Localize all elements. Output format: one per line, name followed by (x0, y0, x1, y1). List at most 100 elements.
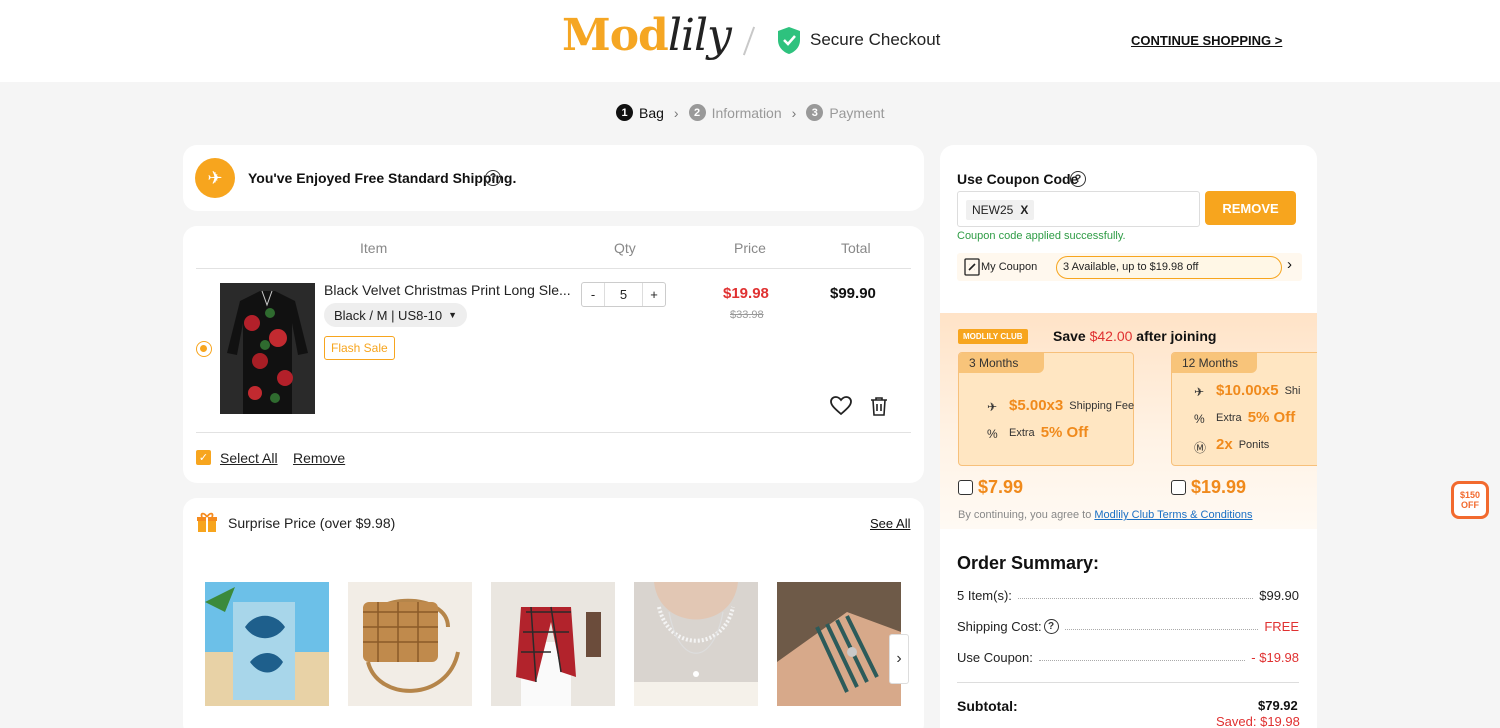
help-icon[interactable]: ? (485, 170, 501, 186)
column-header-price: Price (734, 240, 766, 256)
plan-benefit-shipping: ✈ $10.00x5 Shi (1194, 382, 1300, 399)
club-plan-12-months[interactable]: 12 Months ✈ $10.00x5 Shi % Extra 5% Off … (1171, 352, 1317, 466)
heart-icon[interactable] (830, 396, 852, 416)
column-header-total: Total (841, 240, 871, 256)
product-thumbnail[interactable] (777, 582, 901, 706)
chevron-right-icon: › (673, 104, 679, 121)
logo-part-1: Mod (562, 10, 669, 61)
free-shipping-text: You've Enjoyed Free Standard Shipping. (248, 170, 517, 186)
club-save-prefix: Save (1053, 328, 1090, 344)
product-thumbnail[interactable] (491, 582, 615, 706)
club-savings-text: Save $42.00 after joining (1053, 328, 1216, 344)
chevron-right-icon[interactable]: › (1287, 256, 1292, 273)
saved-amount: Saved: $19.98 (1216, 714, 1300, 728)
benefit-label: Ponits (1238, 438, 1270, 451)
product-thumbnail[interactable] (205, 582, 329, 706)
plan-benefit-discount: % Extra 5% Off (1194, 409, 1295, 426)
plan-name: 12 Months (1172, 353, 1257, 373)
select-all-link[interactable]: Select All (220, 450, 278, 466)
benefit-value: $5.00x3 (1009, 397, 1064, 414)
shield-check-icon (778, 27, 800, 54)
variant-selector[interactable]: Black / M | US8-10 ▼ (324, 303, 468, 327)
modlily-logo[interactable]: Modlily (562, 10, 732, 61)
summary-label: 5 Item(s): (957, 588, 1012, 603)
coupon-icon (964, 258, 980, 276)
coupon-code-label: Use Coupon Code (957, 171, 1079, 187)
terms-prefix: By continuing, you agree to (958, 509, 1095, 521)
summary-row-coupon: Use Coupon: - $19.98 (957, 650, 1299, 665)
free-shipping-banner: ✈ You've Enjoyed Free Standard Shipping. (183, 145, 924, 211)
coupon-success-message: Coupon code applied successfully. (957, 230, 1126, 242)
qty-input[interactable]: 5 (604, 283, 643, 306)
step-payment[interactable]: 3 Payment (806, 104, 885, 121)
plan-checkbox[interactable] (958, 480, 973, 495)
airplane-icon: ✈ (1194, 384, 1205, 399)
available-coupons-pill[interactable]: 3 Available, up to $19.98 off (1056, 256, 1282, 279)
benefit-value: 5% Off (1247, 409, 1296, 426)
qty-decrease-button[interactable]: - (582, 287, 604, 302)
trash-icon[interactable] (870, 396, 888, 416)
quantity-stepper: - 5 + (581, 282, 666, 307)
discount-ticket-icon: % (1194, 411, 1205, 426)
gift-icon (197, 512, 217, 532)
plan-price: $7.99 (978, 477, 1024, 497)
help-icon[interactable]: ? (1043, 619, 1059, 634)
chevron-right-icon: › (791, 104, 797, 121)
see-all-link[interactable]: See All (870, 516, 910, 531)
club-save-amount: $42.00 (1089, 328, 1133, 344)
item-select-radio[interactable] (196, 341, 212, 357)
airplane-icon: ✈ (195, 158, 235, 198)
remove-link[interactable]: Remove (293, 450, 345, 466)
secure-checkout-label: Secure Checkout (810, 30, 941, 49)
benefit-value: $10.00x5 (1216, 382, 1279, 399)
item-total: $99.90 (830, 285, 876, 302)
select-all-checkbox[interactable]: ✓ (196, 450, 211, 465)
club-terms-link[interactable]: Modlily Club Terms & Conditions (1094, 509, 1252, 521)
step-label: Information (711, 104, 782, 121)
summary-value: - $19.98 (1251, 650, 1299, 665)
plan-price-3-months: $7.99 (958, 477, 1023, 498)
qty-increase-button[interactable]: + (643, 287, 665, 302)
order-sidebar: Use Coupon Code ? NEW25 X REMOVE Coupon … (940, 145, 1317, 728)
discount-float-badge[interactable]: $150 OFF (1451, 481, 1489, 519)
product-title[interactable]: Black Velvet Christmas Print Long Sle... (324, 282, 571, 298)
step-bag[interactable]: 1 Bag (616, 104, 664, 121)
divider (196, 432, 911, 433)
applied-coupon-chip: NEW25 X (966, 200, 1035, 220)
product-thumbnail[interactable] (348, 582, 472, 706)
badge-label: OFF (1461, 500, 1479, 510)
product-thumbnail[interactable] (634, 582, 758, 706)
logo-part-2: lily (667, 10, 732, 61)
club-badge: MODLILY CLUB (958, 329, 1028, 344)
remove-coupon-button[interactable]: REMOVE (1205, 191, 1296, 225)
coupon-code-input[interactable]: NEW25 X (957, 191, 1200, 227)
plan-name: 3 Months (959, 353, 1044, 373)
club-plan-3-months[interactable]: 3 Months ✈ $5.00x3 Shipping Fee % Extra … (958, 352, 1134, 466)
benefit-label: Shi (1284, 384, 1301, 397)
plan-checkbox[interactable] (1171, 480, 1186, 495)
carousel-next-button[interactable]: › (889, 634, 909, 684)
header-divider (742, 26, 756, 56)
item-price: $19.98 (723, 285, 769, 302)
modlily-club-panel: MODLILY CLUB Save $42.00 after joining 3… (940, 313, 1317, 529)
step-number: 1 (616, 104, 633, 121)
product-image[interactable] (220, 283, 315, 414)
benefit-label: Shipping Fee (1069, 399, 1135, 412)
surprise-price-card: Surprise Price (over $9.98) See All › (183, 498, 924, 728)
summary-value: FREE (1264, 619, 1299, 634)
flash-sale-tag: Flash Sale (324, 336, 395, 360)
my-coupon-row[interactable]: My Coupon 3 Available, up to $19.98 off … (957, 253, 1302, 281)
plan-price-12-months: $19.99 (1171, 477, 1246, 498)
divider (957, 682, 1299, 683)
subtotal-value: $79.92 (1258, 698, 1298, 713)
help-icon[interactable]: ? (1070, 171, 1086, 187)
caret-down-icon: ▼ (448, 310, 458, 320)
step-label: Payment (829, 104, 885, 121)
clear-coupon-button[interactable]: X (1020, 203, 1028, 217)
my-coupon-label: My Coupon (981, 261, 1038, 273)
club-save-suffix: after joining (1132, 328, 1217, 344)
continue-shopping-link[interactable]: CONTINUE SHOPPING > (1131, 33, 1282, 48)
discount-ticket-icon: % (987, 426, 998, 441)
order-summary-title: Order Summary: (957, 553, 1100, 573)
step-information[interactable]: 2 Information (688, 104, 782, 121)
